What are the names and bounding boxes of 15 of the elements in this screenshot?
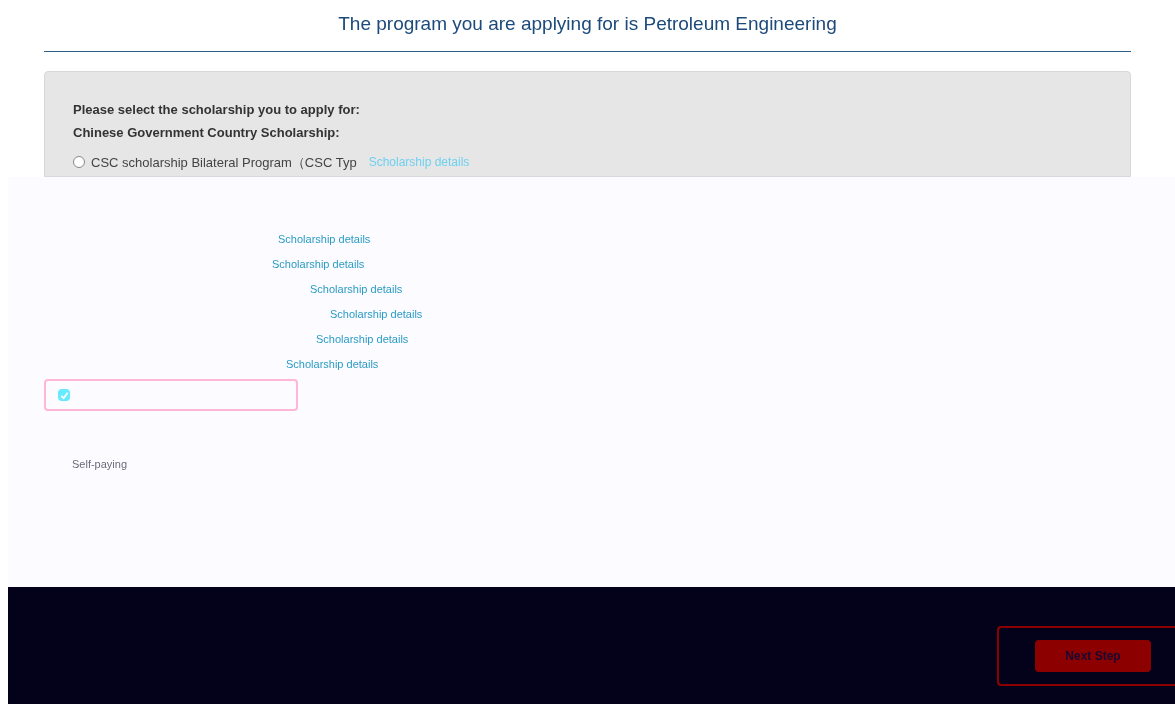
check-icon bbox=[59, 390, 69, 400]
self-paying-label: Self-paying bbox=[72, 458, 128, 470]
scholarship-details-link[interactable]: Scholarship details bbox=[316, 331, 409, 348]
radio-button[interactable] bbox=[73, 156, 85, 169]
program-title: The program you are applying for is Petroleum Engineering bbox=[44, 10, 1131, 52]
scholarship-details-link[interactable]: Scholarship details bbox=[272, 256, 365, 273]
next-step-button[interactable]: Next Step bbox=[1035, 640, 1151, 672]
checkbox[interactable] bbox=[58, 389, 70, 401]
prompt-text: Please select the scholarship you to apply for: bbox=[73, 100, 361, 119]
option-label: CSC scholarship Bilateral Program（CSC Typ bbox=[91, 153, 357, 172]
scholarship-details-link[interactable]: Scholarship details bbox=[330, 306, 423, 323]
group-title: Chinese Government Country Scholarship: bbox=[73, 124, 341, 142]
scholarship-details-link[interactable]: Scholarship details bbox=[278, 231, 371, 248]
scholarship-details-link[interactable]: Scholarship details bbox=[286, 356, 379, 373]
scholarship-details-link[interactable]: Scholarship details bbox=[310, 281, 403, 298]
